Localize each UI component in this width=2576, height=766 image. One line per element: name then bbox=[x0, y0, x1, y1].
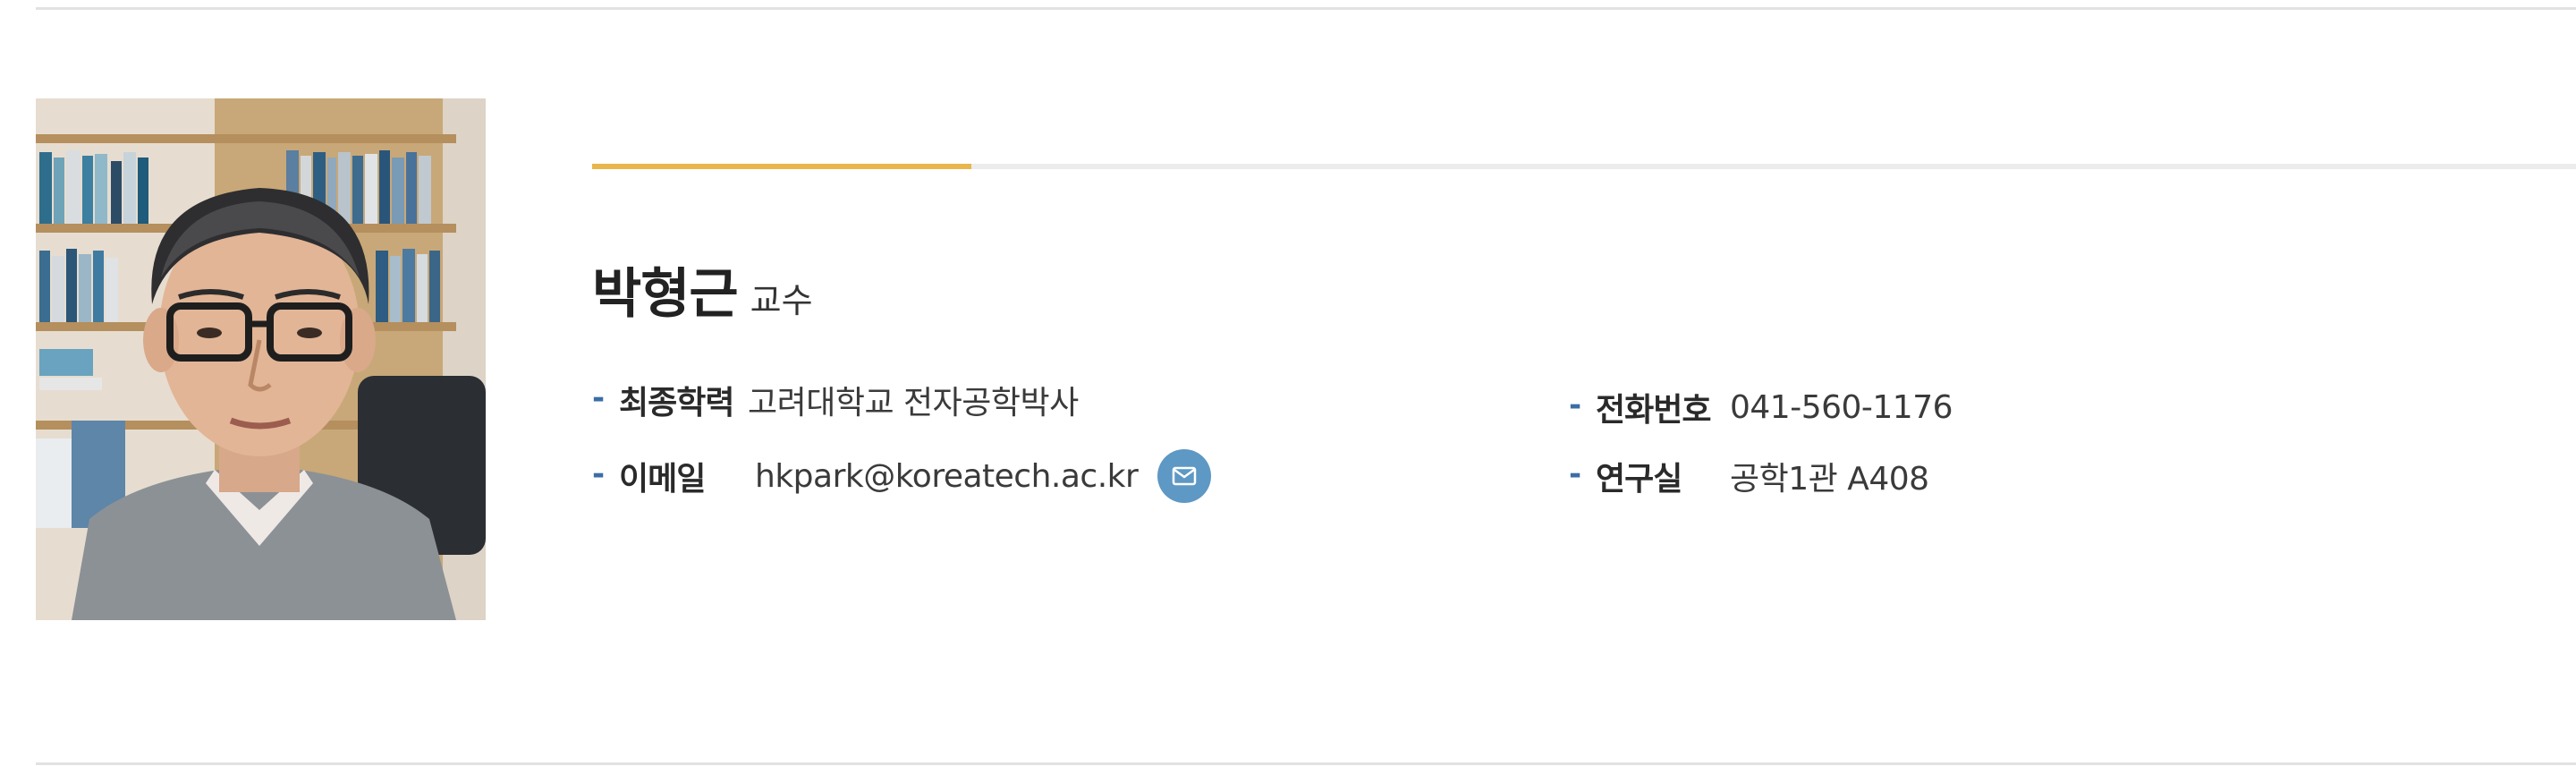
office-value: 공학1관 A408 bbox=[1730, 461, 1929, 498]
field-degree: - 최종학력 고려대학교 전자공학박사 bbox=[592, 376, 1079, 424]
title-underline bbox=[592, 164, 2576, 169]
bullet-dash: - bbox=[1569, 387, 1582, 423]
top-divider bbox=[36, 7, 2576, 10]
title-underline-accent bbox=[592, 164, 971, 169]
email-value[interactable]: hkpark@koreatech.ac.kr bbox=[755, 458, 1139, 495]
office-label: 연구실 bbox=[1596, 461, 1682, 498]
field-office: - 연구실 공학1관 A408 bbox=[1569, 452, 1929, 500]
professor-name: 박형근 bbox=[592, 263, 739, 326]
bullet-dash: - bbox=[1569, 456, 1582, 492]
degree-value: 고려대학교 전자공학박사 bbox=[748, 385, 1079, 421]
bullet-dash: - bbox=[592, 456, 606, 492]
mail-icon bbox=[1173, 466, 1197, 486]
send-email-button[interactable] bbox=[1157, 449, 1212, 503]
phone-label: 전화번호 bbox=[1596, 392, 1711, 429]
degree-label: 최종학력 bbox=[619, 385, 734, 421]
field-phone: - 전화번호 041-560-1176 bbox=[1569, 383, 1953, 431]
bullet-dash: - bbox=[592, 380, 606, 416]
professor-heading: 박형근 교수 bbox=[592, 251, 813, 328]
field-email: - 이메일 hkpark@koreatech.ac.kr bbox=[592, 449, 1212, 503]
email-label: 이메일 bbox=[619, 461, 706, 498]
professor-position: 교수 bbox=[750, 281, 813, 320]
profile-photo bbox=[36, 98, 486, 620]
bottom-divider bbox=[36, 762, 2576, 765]
phone-value: 041-560-1176 bbox=[1730, 388, 1953, 426]
